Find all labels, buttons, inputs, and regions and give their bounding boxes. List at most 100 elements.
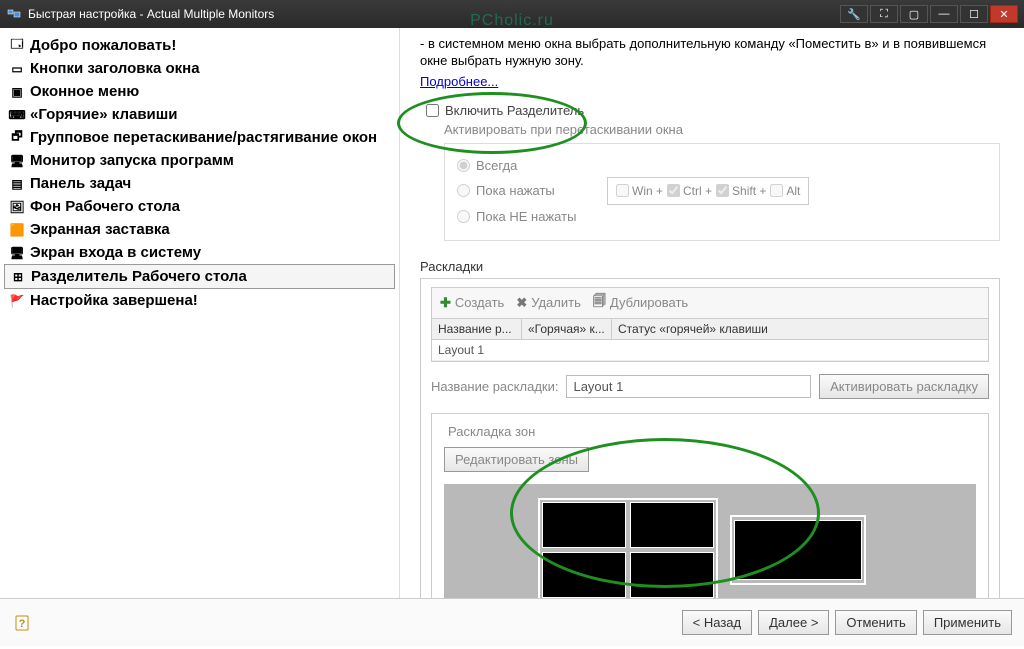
- sidebar-item-label: Экранная заставка: [30, 221, 170, 238]
- sidebar-item-1[interactable]: ▭ Кнопки заголовка окна: [4, 57, 395, 80]
- monitor-single-preview: [730, 515, 866, 585]
- sidebar-item-icon: 🖥: [10, 246, 24, 260]
- modifier-keys: Win + Ctrl + Shift + Alt: [607, 177, 809, 205]
- sidebar-item-7[interactable]: 🖼 Фон Рабочего стола: [4, 195, 395, 218]
- plus-icon: ✚: [440, 295, 451, 311]
- maximize-button[interactable]: ☐: [960, 5, 988, 23]
- more-link[interactable]: Подробнее...: [420, 74, 498, 89]
- sidebar-item-label: Групповое перетаскивание/растягивание ок…: [30, 129, 377, 146]
- sidebar-item-9[interactable]: 🖥 Экран входа в систему: [4, 241, 395, 264]
- radio-while-not-pressed-input[interactable]: [457, 210, 470, 223]
- enable-divider-label: Включить Разделитель: [445, 103, 584, 118]
- duplicate-layout-button[interactable]: 🗐Дублировать: [593, 292, 688, 314]
- titlebar-buttons: 🔧 ⛶ ▢ — ☐ ✕: [840, 5, 1018, 23]
- content-panel: - в системном меню окна выбрать дополнит…: [400, 28, 1024, 598]
- sidebar-item-label: Фон Рабочего стола: [30, 198, 180, 215]
- titlebar-extra-1[interactable]: 🔧: [840, 5, 868, 23]
- sidebar-item-icon: 🗗: [10, 131, 24, 145]
- bottom-bar: ? < Назад Далее > Отменить Применить: [0, 598, 1024, 646]
- apply-button[interactable]: Применить: [923, 610, 1012, 635]
- col-status[interactable]: Статус «горячей» клавиши: [612, 319, 988, 340]
- sidebar-item-icon: ⌨: [10, 108, 24, 122]
- sidebar-item-8[interactable]: 🟧 Экранная заставка: [4, 218, 395, 241]
- sidebar-item-label: «Горячие» клавиши: [30, 106, 178, 123]
- zones-preview: [444, 484, 976, 598]
- table-cell: [522, 340, 612, 360]
- create-layout-button[interactable]: ✚Создать: [440, 295, 504, 311]
- titlebar: Быстрая настройка - Actual Multiple Moni…: [0, 0, 1024, 28]
- sidebar-item-label: Оконное меню: [30, 83, 139, 100]
- mod-alt[interactable]: Alt: [770, 184, 800, 198]
- zones-title: Раскладка зон: [444, 424, 539, 439]
- zones-fieldset: Раскладка зон Редактировать зоны: [431, 413, 989, 598]
- sidebar-item-icon: 🟧: [10, 223, 24, 237]
- radio-while-pressed-input[interactable]: [457, 184, 470, 197]
- sidebar-item-label: Панель задач: [30, 175, 131, 192]
- close-button[interactable]: ✕: [990, 5, 1018, 23]
- minimize-button[interactable]: —: [930, 5, 958, 23]
- zone-cell: [542, 502, 626, 548]
- sidebar-item-5[interactable]: 🖥 Монитор запуска программ: [4, 149, 395, 172]
- radio-always[interactable]: Всегда: [457, 158, 987, 173]
- sidebar-item-icon: 🚩: [10, 294, 24, 308]
- sidebar-item-label: Разделитель Рабочего стола: [31, 268, 247, 285]
- activate-layout-button[interactable]: Активировать раскладку: [819, 374, 989, 399]
- sidebar-item-6[interactable]: ▤ Панель задач: [4, 172, 395, 195]
- copy-icon: 🗐: [593, 292, 606, 314]
- radio-while-not-pressed[interactable]: Пока НЕ нажаты: [457, 209, 987, 224]
- radio-while-pressed[interactable]: Пока нажаты: [457, 183, 597, 198]
- svg-text:?: ?: [19, 618, 26, 630]
- next-button[interactable]: Далее >: [758, 610, 829, 635]
- enable-divider-input[interactable]: [426, 104, 439, 117]
- cancel-button[interactable]: Отменить: [835, 610, 916, 635]
- edit-zones-button[interactable]: Редактировать зоны: [444, 447, 589, 472]
- sidebar-item-label: Монитор запуска программ: [30, 152, 234, 169]
- col-hotkey[interactable]: «Горячая» к...: [522, 319, 612, 340]
- zone-cell: [630, 502, 714, 548]
- layout-name-label: Название раскладки:: [431, 379, 558, 394]
- sidebar-item-0[interactable]: 🗔 Добро пожаловать!: [4, 34, 395, 57]
- delete-layout-button[interactable]: ✖Удалить: [516, 295, 581, 311]
- mod-win[interactable]: Win +: [616, 184, 663, 198]
- sidebar-item-label: Экран входа в систему: [30, 244, 201, 261]
- sidebar-item-3[interactable]: ⌨ «Горячие» клавиши: [4, 103, 395, 126]
- sidebar-item-4[interactable]: 🗗 Групповое перетаскивание/растягивание о…: [4, 126, 395, 149]
- back-button[interactable]: < Назад: [682, 610, 752, 635]
- sidebar-item-10[interactable]: ⊞ Разделитель Рабочего стола: [4, 264, 395, 289]
- x-icon: ✖: [516, 295, 527, 311]
- enable-divider-checkbox[interactable]: Включить Разделитель: [426, 103, 1000, 118]
- zone-cell: [734, 520, 862, 580]
- monitor-grid-preview: [538, 498, 718, 598]
- mod-ctrl[interactable]: Ctrl +: [667, 184, 712, 198]
- zone-cell: [630, 552, 714, 598]
- app-icon: [6, 6, 22, 22]
- sidebar-item-icon: ⊞: [11, 270, 25, 284]
- table-row[interactable]: Layout 1: [432, 340, 988, 361]
- layout-name-input[interactable]: [566, 375, 811, 398]
- table-cell: Layout 1: [432, 340, 522, 360]
- table-cell: [612, 340, 988, 360]
- radio-always-input[interactable]: [457, 159, 470, 172]
- sidebar-item-icon: 🗔: [10, 39, 24, 53]
- sidebar: 🗔 Добро пожаловать! ▭ Кнопки заголовка окна…: [0, 28, 400, 598]
- zone-cell: [542, 552, 626, 598]
- sidebar-item-icon: 🖼: [10, 200, 24, 214]
- sidebar-item-icon: 🖥: [10, 154, 24, 168]
- sidebar-item-11[interactable]: 🚩 Настройка завершена!: [4, 289, 395, 312]
- titlebar-extra-3[interactable]: ▢: [900, 5, 928, 23]
- help-icon[interactable]: ?: [12, 611, 36, 635]
- sidebar-item-icon: ▤: [10, 177, 24, 191]
- titlebar-extra-2[interactable]: ⛶: [870, 5, 898, 23]
- sidebar-item-label: Кнопки заголовка окна: [30, 60, 200, 77]
- layouts-title: Раскладки: [420, 259, 1000, 274]
- sidebar-item-label: Настройка завершена!: [30, 292, 198, 309]
- sidebar-item-icon: ▣: [10, 85, 24, 99]
- col-name[interactable]: Название р...: [432, 319, 522, 340]
- main-area: 🗔 Добро пожаловать! ▭ Кнопки заголовка окна…: [0, 28, 1024, 598]
- intro-text: - в системном меню окна выбрать дополнит…: [420, 36, 1000, 70]
- window-title: Быстрая настройка - Actual Multiple Moni…: [28, 7, 274, 21]
- mod-shift[interactable]: Shift +: [716, 184, 766, 198]
- sidebar-item-label: Добро пожаловать!: [30, 37, 176, 54]
- sidebar-item-2[interactable]: ▣ Оконное меню: [4, 80, 395, 103]
- sidebar-item-icon: ▭: [10, 62, 24, 76]
